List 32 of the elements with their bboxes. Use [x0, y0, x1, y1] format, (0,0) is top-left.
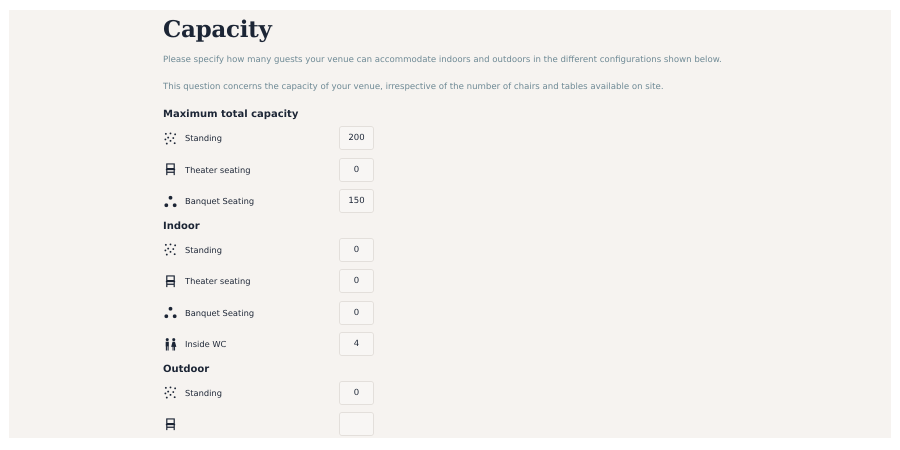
- number-field[interactable]: 200: [339, 126, 374, 150]
- dots-icon: [164, 386, 177, 399]
- number-field[interactable]: 0: [339, 380, 374, 404]
- restroom-icon: [164, 338, 177, 350]
- section-heading: Maximum total capacity: [163, 109, 300, 120]
- page-title: Capacity: [163, 16, 274, 43]
- row-label: Theater seating: [185, 164, 252, 174]
- intro-text: This question concerns the capacity of your venue, irrespective of the number of chairs and tables available on site.: [163, 82, 665, 92]
- section-heading: Outdoor: [163, 364, 210, 374]
- number-field[interactable]: 150: [339, 189, 374, 213]
- number-field[interactable]: 4: [339, 332, 374, 356]
- number-field[interactable]: 0: [339, 269, 374, 293]
- row-label: Standing: [185, 133, 223, 143]
- number-field[interactable]: [339, 412, 374, 436]
- row-label: Inside WC: [185, 339, 228, 349]
- row-label: Banquet Seating: [185, 196, 256, 206]
- row-label: Standing: [185, 388, 223, 398]
- section-heading: Indoor: [163, 220, 201, 232]
- three-dots-icon: [164, 194, 177, 208]
- row-label: Theater seating: [185, 276, 252, 286]
- row-label: Standing: [185, 244, 223, 254]
- chair-icon: [164, 274, 177, 288]
- number-field[interactable]: 0: [339, 158, 374, 182]
- chair-icon: [164, 418, 177, 430]
- dots-icon: [164, 243, 177, 256]
- chair-icon: [164, 163, 177, 176]
- number-field[interactable]: 0: [339, 238, 374, 262]
- row-label: Banquet Seating: [185, 308, 256, 318]
- three-dots-icon: [164, 306, 177, 319]
- intro-text: Please specify how many guests your venue can accommodate indoors and outdoors in the different configurations shown below.: [163, 55, 723, 65]
- number-field[interactable]: 0: [339, 300, 374, 324]
- dots-icon: [164, 132, 177, 144]
